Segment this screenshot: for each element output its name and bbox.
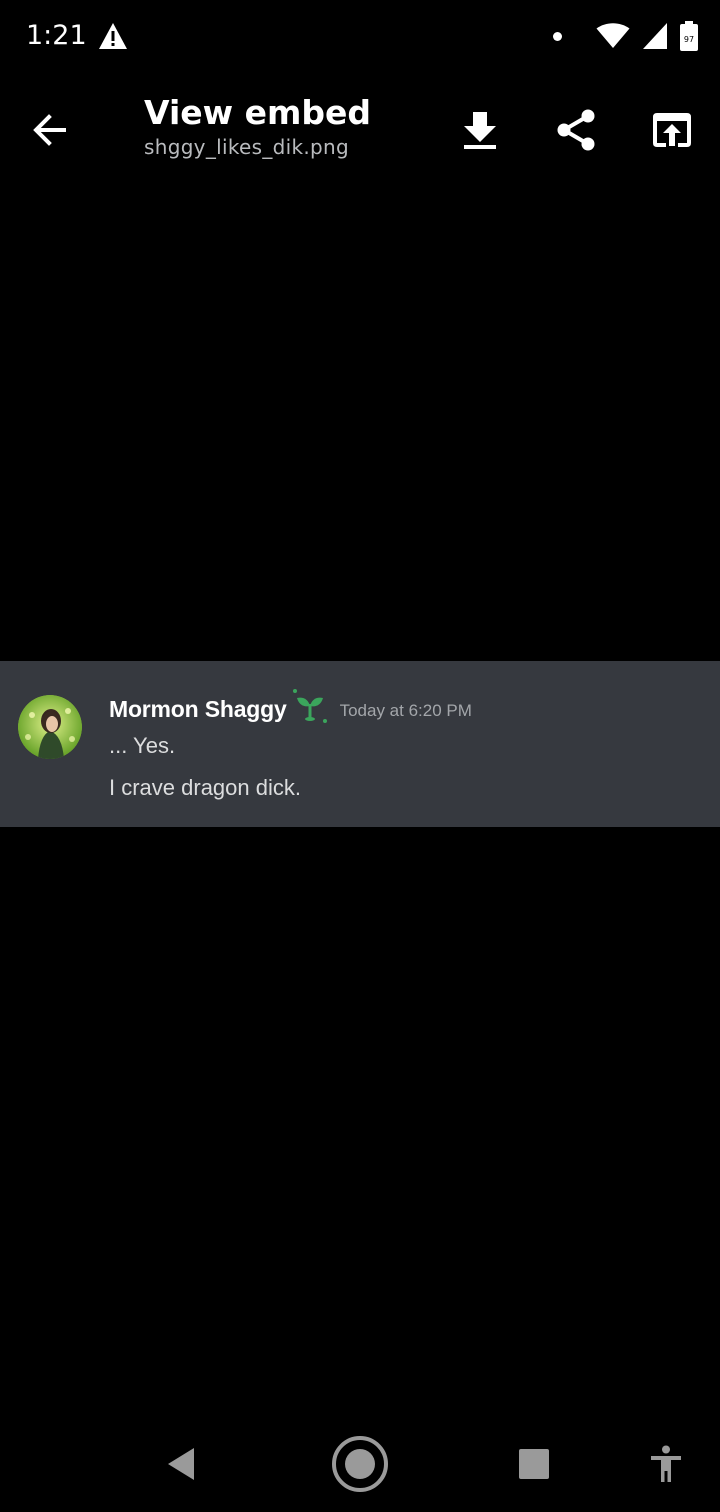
nav-back-icon xyxy=(168,1448,194,1480)
page-title: View embed xyxy=(144,93,372,132)
open-external-button[interactable] xyxy=(644,102,700,158)
nav-bar xyxy=(0,1416,720,1512)
status-bar: 1:21 97 xyxy=(0,0,720,72)
status-time: 1:21 xyxy=(26,20,87,51)
nav-recents-button[interactable] xyxy=(504,1434,564,1494)
nav-recents-icon xyxy=(519,1449,549,1479)
open-external-icon xyxy=(653,113,691,147)
accessibility-icon xyxy=(651,1445,681,1482)
battery-icon: 97 xyxy=(680,21,698,51)
nav-home-icon xyxy=(332,1436,388,1492)
message-header: Mormon Shaggy Today at 6:20 PM xyxy=(109,689,472,724)
avatar-image xyxy=(18,695,82,759)
nav-back-button[interactable] xyxy=(152,1434,212,1494)
back-button[interactable] xyxy=(22,102,78,158)
nav-home-button[interactable] xyxy=(330,1434,390,1494)
accessibility-button[interactable] xyxy=(636,1434,696,1494)
file-name: shggy_likes_dik.png xyxy=(144,135,349,159)
embed-image[interactable]: Mormon Shaggy Today at 6:20 PM ... Yes. … xyxy=(0,661,720,827)
share-icon xyxy=(557,109,595,151)
warning-icon xyxy=(99,23,127,49)
sprout-icon xyxy=(292,689,327,723)
title-block: View embed shggy_likes_dik.png xyxy=(144,92,371,160)
back-arrow-icon xyxy=(33,114,66,146)
download-button[interactable] xyxy=(452,102,508,158)
signal-icon xyxy=(643,23,667,49)
screen: 1:21 97 View embed shggy_likes_dik.png M… xyxy=(0,0,720,1512)
message-line: I crave dragon dick. xyxy=(109,775,301,800)
battery-level: 97 xyxy=(684,35,694,44)
share-button[interactable] xyxy=(548,102,604,158)
avatar xyxy=(18,695,82,759)
status-icons: 97 xyxy=(553,20,698,52)
download-icon xyxy=(464,112,496,149)
message-line: ... Yes. xyxy=(109,733,176,758)
notification-dot-icon xyxy=(553,31,562,41)
message-timestamp: Today at 6:20 PM xyxy=(339,700,472,720)
message-author: Mormon Shaggy xyxy=(109,695,287,722)
wifi-icon xyxy=(596,23,630,48)
app-bar: View embed shggy_likes_dik.png xyxy=(0,72,720,184)
